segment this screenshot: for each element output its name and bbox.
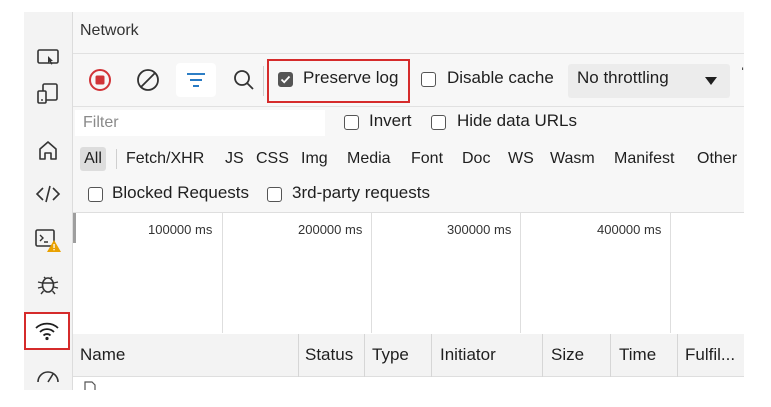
column-header-status[interactable]: Status	[305, 345, 353, 365]
device-emulation-icon[interactable]	[24, 40, 72, 76]
type-separator	[116, 149, 117, 169]
divider	[73, 106, 744, 107]
table-row[interactable]	[73, 377, 744, 390]
filter-input[interactable]	[75, 110, 325, 136]
sidebar-item-network[interactable]	[24, 312, 70, 350]
console-warning-icon[interactable]	[24, 222, 72, 258]
type-filter-other[interactable]: Other	[697, 147, 743, 171]
type-filter-fetch-xhr[interactable]: Fetch/XHR	[126, 147, 204, 171]
clear-icon	[137, 69, 159, 91]
type-filter-img[interactable]: Img	[301, 147, 328, 171]
elements-code-icon[interactable]	[24, 176, 72, 212]
type-filter-css[interactable]: CSS	[256, 147, 289, 171]
column-header-initiator[interactable]: Initiator	[440, 345, 496, 365]
invert-checkbox[interactable]	[344, 115, 359, 130]
disable-cache-checkbox[interactable]	[421, 72, 436, 87]
toolbar-separator	[263, 66, 264, 96]
timeline-gridline	[222, 213, 223, 333]
type-filter-font[interactable]: Font	[411, 147, 443, 171]
timeline-tick-label: 200000 ms	[298, 222, 363, 237]
timeline-gridline	[670, 213, 671, 333]
hide-data-urls-label[interactable]: Hide data URLs	[457, 111, 577, 131]
blocked-requests-label[interactable]: Blocked Requests	[112, 183, 249, 203]
column-header-size[interactable]: Size	[551, 345, 584, 365]
clear-button[interactable]	[134, 66, 162, 94]
search-button[interactable]	[230, 66, 258, 94]
divider	[73, 53, 744, 54]
type-filter-wasm[interactable]: Wasm	[550, 147, 595, 171]
type-filter-media[interactable]: Media	[347, 147, 391, 171]
record-button[interactable]	[86, 66, 114, 94]
column-header-time[interactable]: Time	[619, 345, 656, 365]
type-filter-all[interactable]: All	[80, 147, 106, 171]
disable-cache-label[interactable]: Disable cache	[447, 68, 554, 88]
record-icon	[89, 69, 111, 91]
performance-icon[interactable]	[24, 358, 72, 394]
third-party-checkbox[interactable]	[267, 187, 282, 202]
home-icon[interactable]	[24, 132, 72, 168]
timeline-tick-label: 100000 ms	[148, 222, 213, 237]
blocked-requests-checkbox[interactable]	[88, 187, 103, 202]
type-filter-manifest[interactable]: Manifest	[614, 147, 674, 171]
document-icon	[84, 381, 96, 390]
bug-icon[interactable]	[24, 266, 72, 302]
panel-title: Network	[80, 22, 139, 39]
timeline-tick-label: 400000 ms	[597, 222, 662, 237]
preserve-log-checkbox[interactable]	[278, 72, 293, 87]
network-wifi-icon	[26, 314, 68, 348]
column-header-type[interactable]: Type	[372, 345, 409, 365]
chevron-down-icon	[705, 77, 717, 85]
overview-handle[interactable]	[73, 213, 76, 243]
checkmark-icon	[280, 75, 291, 84]
invert-label[interactable]: Invert	[369, 111, 412, 131]
overflow-indicator: ˈ	[740, 66, 746, 83]
hide-data-urls-checkbox[interactable]	[431, 115, 446, 130]
column-header-name[interactable]: Name	[80, 345, 125, 365]
type-filter-js[interactable]: JS	[225, 147, 244, 171]
timeline-gridline	[371, 213, 372, 333]
timeline-tick-label: 300000 ms	[447, 222, 512, 237]
type-filter-doc[interactable]: Doc	[462, 147, 490, 171]
timeline-gridline	[520, 213, 521, 333]
type-filter-ws[interactable]: WS	[508, 147, 534, 171]
throttling-value: No throttling	[577, 68, 669, 87]
filter-toggle-button[interactable]	[176, 63, 216, 97]
throttling-select[interactable]: No throttling	[568, 64, 730, 98]
column-header-fulfilled[interactable]: Fulfil...	[685, 345, 735, 365]
responsive-icon[interactable]	[24, 76, 72, 112]
search-icon	[234, 70, 254, 90]
filter-icon	[187, 73, 205, 87]
third-party-label[interactable]: 3rd-party requests	[292, 183, 430, 203]
preserve-log-label[interactable]: Preserve log	[303, 68, 398, 88]
